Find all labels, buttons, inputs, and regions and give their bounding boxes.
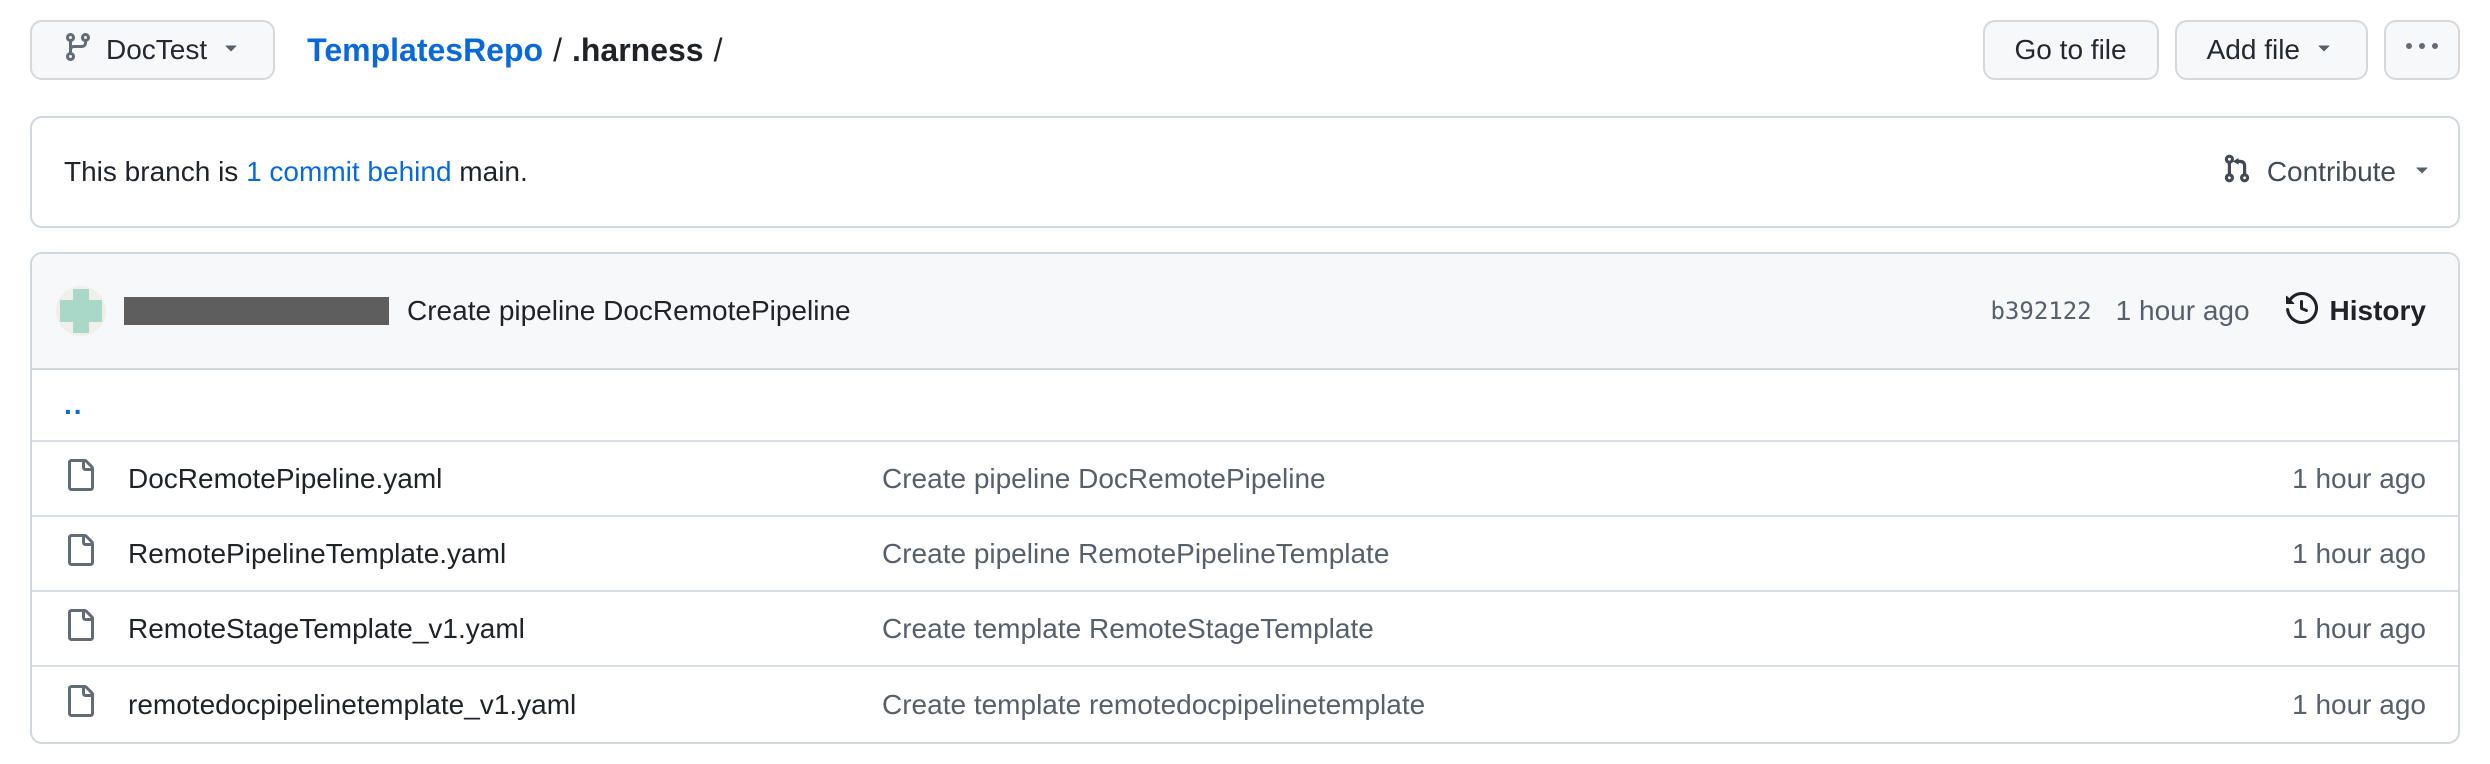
contribute-label: Contribute bbox=[2267, 156, 2396, 188]
branch-selector-button[interactable]: DocTest bbox=[30, 20, 275, 80]
kebab-horizontal-icon bbox=[2406, 31, 2438, 70]
avatar[interactable] bbox=[56, 286, 106, 336]
file-updated-time: 1 hour ago bbox=[2166, 613, 2426, 645]
commit-author-redacted[interactable] bbox=[124, 297, 389, 325]
branch-status-text: This branch is 1 commit behind main. bbox=[64, 156, 528, 188]
topbar-actions: Go to file Add file bbox=[1983, 20, 2460, 80]
latest-commit-meta: b392122 1 hour ago History bbox=[1990, 292, 2426, 331]
breadcrumb-separator: / bbox=[553, 32, 562, 69]
branch-status-banner: This branch is 1 commit behind main. Con… bbox=[30, 116, 2460, 228]
repo-file-browser: DocTest TemplatesRepo / .harness / Go to… bbox=[0, 0, 2490, 744]
breadcrumb-trailing-separator: / bbox=[714, 32, 723, 69]
chevron-down-icon bbox=[219, 34, 243, 66]
commit-timestamp: 1 hour ago bbox=[2116, 295, 2250, 327]
latest-commit-message-link[interactable]: Create pipeline DocRemotePipeline bbox=[407, 295, 851, 327]
history-clock-icon bbox=[2286, 292, 2318, 331]
file-name-link[interactable]: RemoteStageTemplate_v1.yaml bbox=[128, 613, 525, 645]
file-updated-time: 1 hour ago bbox=[2166, 689, 2426, 721]
avatar-plus-shape bbox=[73, 289, 89, 333]
chevron-down-icon bbox=[2312, 34, 2336, 66]
latest-commit-header: Create pipeline DocRemotePipeline b39212… bbox=[32, 254, 2458, 370]
go-to-file-button[interactable]: Go to file bbox=[1983, 20, 2159, 80]
breadcrumb-current-folder: .harness bbox=[572, 32, 704, 69]
contribute-button[interactable]: Contribute bbox=[2221, 153, 2434, 192]
add-file-label: Add file bbox=[2207, 34, 2300, 66]
file-name-cell: DocRemotePipeline.yaml bbox=[64, 459, 882, 498]
file-commit-message-link[interactable]: Create template remotedocpipelinetemplat… bbox=[882, 689, 2166, 721]
file-updated-time: 1 hour ago bbox=[2166, 538, 2426, 570]
table-row: RemoteStageTemplate_v1.yaml Create templ… bbox=[32, 592, 2458, 667]
chevron-down-icon bbox=[2410, 156, 2434, 188]
history-label: History bbox=[2330, 295, 2426, 327]
file-icon bbox=[64, 459, 96, 498]
commits-behind-link[interactable]: 1 commit behind bbox=[246, 156, 451, 187]
git-branch-icon bbox=[62, 31, 94, 70]
commit-hash-link[interactable]: b392122 bbox=[1990, 297, 2091, 325]
file-name-cell: RemoteStageTemplate_v1.yaml bbox=[64, 609, 882, 648]
file-name-link[interactable]: RemotePipelineTemplate.yaml bbox=[128, 538, 506, 570]
file-commit-message-link[interactable]: Create pipeline DocRemotePipeline bbox=[882, 463, 2166, 495]
more-options-button[interactable] bbox=[2384, 20, 2460, 80]
git-compare-icon bbox=[2221, 153, 2253, 192]
file-list-box: Create pipeline DocRemotePipeline b39212… bbox=[30, 252, 2460, 744]
file-name-link[interactable]: DocRemotePipeline.yaml bbox=[128, 463, 442, 495]
file-navigation-bar: DocTest TemplatesRepo / .harness / Go to… bbox=[30, 16, 2460, 84]
file-icon bbox=[64, 534, 96, 573]
add-file-button[interactable]: Add file bbox=[2175, 20, 2368, 80]
breadcrumb: TemplatesRepo / .harness / bbox=[307, 32, 722, 69]
file-commit-message-link[interactable]: Create pipeline RemotePipelineTemplate bbox=[882, 538, 2166, 570]
table-row: DocRemotePipeline.yaml Create pipeline D… bbox=[32, 442, 2458, 517]
file-name-cell: remotedocpipelinetemplate_v1.yaml bbox=[64, 685, 882, 724]
branch-status-prefix: This branch is bbox=[64, 156, 238, 187]
parent-directory-row: .. bbox=[32, 370, 2458, 442]
branch-status-suffix: main. bbox=[459, 156, 527, 187]
table-row: RemotePipelineTemplate.yaml Create pipel… bbox=[32, 517, 2458, 592]
file-rows-container: DocRemotePipeline.yaml Create pipeline D… bbox=[32, 442, 2458, 742]
file-updated-time: 1 hour ago bbox=[2166, 463, 2426, 495]
breadcrumb-repo-link[interactable]: TemplatesRepo bbox=[307, 32, 543, 69]
parent-directory-link[interactable]: .. bbox=[64, 389, 84, 421]
table-row: remotedocpipelinetemplate_v1.yaml Create… bbox=[32, 667, 2458, 742]
history-link[interactable]: History bbox=[2286, 292, 2426, 331]
file-name-link[interactable]: remotedocpipelinetemplate_v1.yaml bbox=[128, 689, 576, 721]
file-commit-message-link[interactable]: Create template RemoteStageTemplate bbox=[882, 613, 2166, 645]
file-icon bbox=[64, 609, 96, 648]
file-name-cell: RemotePipelineTemplate.yaml bbox=[64, 534, 882, 573]
branch-name-label: DocTest bbox=[106, 34, 207, 66]
file-icon bbox=[64, 685, 96, 724]
